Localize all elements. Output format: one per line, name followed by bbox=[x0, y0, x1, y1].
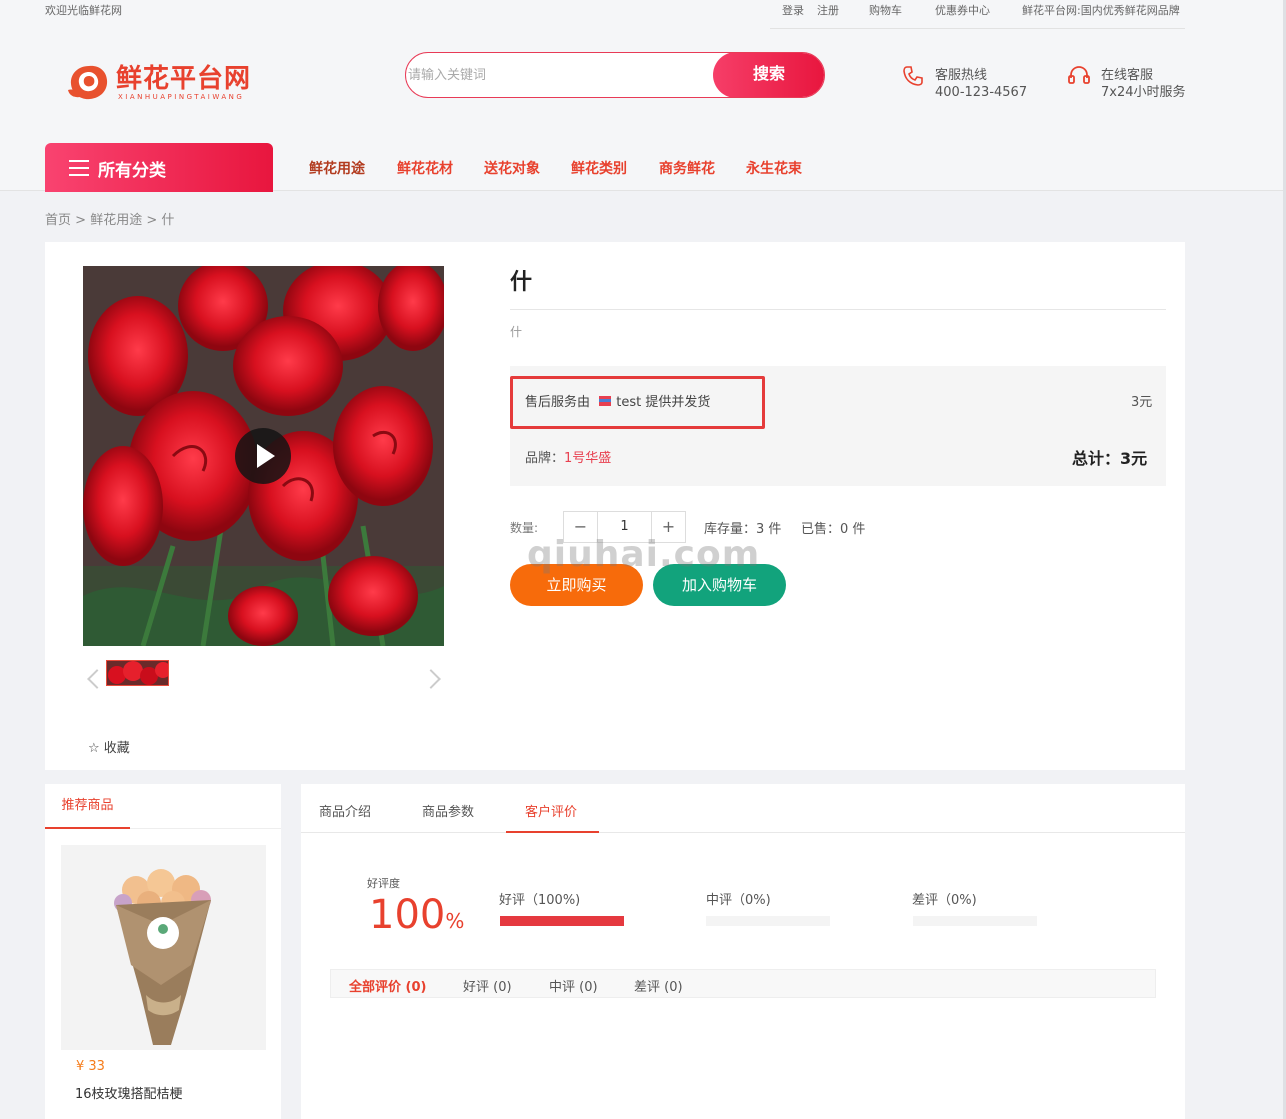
nav-item-preserved[interactable]: 永生花束 bbox=[746, 158, 802, 178]
breadcrumb-separator: > bbox=[146, 213, 158, 228]
breadcrumb-separator: > bbox=[75, 213, 87, 228]
brand-info: 品牌：1号华盛 bbox=[525, 447, 611, 466]
mid-review-label: 中评（0%) bbox=[706, 893, 771, 908]
favorite-button[interactable]: ☆ 收藏 bbox=[88, 737, 130, 756]
tab-intro[interactable]: 商品介绍 bbox=[319, 801, 371, 820]
filter-good[interactable]: 好评 (0) bbox=[463, 976, 512, 995]
coupon-link[interactable]: 优惠券中心 bbox=[935, 2, 990, 18]
top-bar: 欢迎光临鲜花网 登录 注册 购物车 优惠券中心 鲜花平台网:国内优秀鲜花网品牌 bbox=[0, 0, 1286, 30]
breadcrumb-current: 什 bbox=[161, 213, 175, 228]
service-prefix: 售后服务由 bbox=[525, 395, 591, 410]
rose-logo-icon bbox=[68, 65, 108, 100]
service-info: 售后服务由 test 提供并发货 bbox=[525, 391, 710, 410]
bouquet-image bbox=[61, 845, 266, 1050]
headset-icon bbox=[1068, 66, 1090, 84]
search-input[interactable] bbox=[408, 53, 708, 97]
brand-link[interactable]: 1号华盛 bbox=[564, 451, 611, 466]
logo-subtitle: XIANHUAPINGTAIWANG bbox=[118, 93, 245, 101]
star-icon: ☆ bbox=[88, 741, 100, 756]
tab-params[interactable]: 商品参数 bbox=[422, 801, 474, 820]
total-price: 总计：3元 bbox=[1072, 449, 1148, 468]
shop-icon bbox=[599, 396, 612, 406]
hotline-label: 客服热线 bbox=[935, 68, 988, 83]
welcome-text: 欢迎光临鲜花网 bbox=[45, 4, 122, 17]
watermark: qiuhai.com bbox=[527, 534, 761, 575]
rating-unit: % bbox=[445, 909, 465, 933]
online-service-label: 在线客服 bbox=[1101, 68, 1154, 83]
recommended-tab[interactable]: 推荐商品 bbox=[45, 784, 130, 829]
title-divider bbox=[510, 309, 1166, 310]
filter-mid[interactable]: 中评 (0) bbox=[549, 976, 598, 995]
good-review-bar bbox=[500, 916, 624, 926]
logo-text[interactable]: 鲜花平台网 bbox=[116, 58, 251, 95]
header-divider bbox=[770, 28, 1185, 29]
nav-item-materials[interactable]: 鲜花花材 bbox=[397, 158, 453, 178]
register-link[interactable]: 注册 bbox=[817, 2, 839, 18]
play-icon[interactable] bbox=[235, 428, 291, 484]
hotline-block: 客服热线 400-123-4567 bbox=[935, 67, 1027, 101]
brand-label: 品牌： bbox=[525, 451, 565, 466]
phone-icon bbox=[903, 66, 923, 86]
nav-item-types[interactable]: 鲜花类别 bbox=[571, 158, 627, 178]
sold-count: 已售：0 件 bbox=[801, 522, 866, 537]
slogan-text: 鲜花平台网:国内优秀鲜花网品牌 bbox=[1022, 4, 1180, 17]
rating-label: 好评度 bbox=[367, 877, 400, 890]
recommended-product-image[interactable] bbox=[61, 845, 266, 1050]
filter-bad[interactable]: 差评 (0) bbox=[634, 976, 683, 995]
product-thumbnail[interactable] bbox=[106, 660, 169, 686]
good-review-fill bbox=[500, 916, 624, 926]
detail-panel bbox=[301, 784, 1185, 1119]
service-suffix: 提供并发货 bbox=[645, 395, 711, 410]
tab-reviews[interactable]: 客户评价 bbox=[525, 801, 577, 820]
bad-review-bar bbox=[913, 916, 1037, 926]
product-title: 什 bbox=[510, 270, 533, 295]
unit-price: 3元 bbox=[1131, 395, 1153, 410]
favorite-label: 收藏 bbox=[103, 741, 130, 756]
review-filter-bar bbox=[330, 969, 1156, 998]
good-review-label: 好评（100%) bbox=[499, 893, 581, 908]
breadcrumb-home[interactable]: 首页 bbox=[45, 213, 71, 228]
menu-icon bbox=[69, 160, 89, 176]
online-service-hours: 7x24小时服务 bbox=[1101, 85, 1186, 100]
active-tab-underline bbox=[506, 831, 599, 833]
all-categories-label: 所有分类 bbox=[98, 161, 166, 181]
bad-review-label: 差评（0%) bbox=[912, 893, 977, 908]
breadcrumb: 首页 > 鲜花用途 > 什 bbox=[45, 209, 174, 228]
recommended-name[interactable]: 16枝玫瑰搭配桔梗 bbox=[75, 1083, 183, 1102]
breadcrumb-category[interactable]: 鲜花用途 bbox=[90, 213, 142, 228]
filter-all[interactable]: 全部评价 (0) bbox=[349, 976, 426, 995]
all-categories-button[interactable]: 所有分类 bbox=[45, 143, 273, 192]
mid-review-bar bbox=[706, 916, 830, 926]
thumbnail-image bbox=[107, 661, 168, 685]
rating-number: 100 bbox=[369, 892, 446, 938]
nav-item-usage[interactable]: 鲜花用途 bbox=[309, 158, 365, 178]
recommended-price: ¥ 33 bbox=[76, 1059, 105, 1074]
nav-item-business[interactable]: 商务鲜花 bbox=[659, 158, 715, 178]
seller-name[interactable]: test bbox=[616, 395, 641, 410]
hotline-number: 400-123-4567 bbox=[935, 85, 1028, 100]
login-link[interactable]: 登录 bbox=[782, 2, 804, 18]
detail-tabs-divider bbox=[301, 832, 1185, 833]
nav-item-recipients[interactable]: 送花对象 bbox=[484, 158, 540, 178]
rating-value: 100% bbox=[369, 892, 464, 938]
search-box: 搜索 bbox=[405, 52, 825, 98]
product-subtitle: 什 bbox=[510, 325, 523, 339]
online-service-block[interactable]: 在线客服 7x24小时服务 bbox=[1101, 67, 1186, 101]
search-button[interactable]: 搜索 bbox=[713, 53, 824, 97]
cart-link[interactable]: 购物车 bbox=[869, 2, 902, 18]
